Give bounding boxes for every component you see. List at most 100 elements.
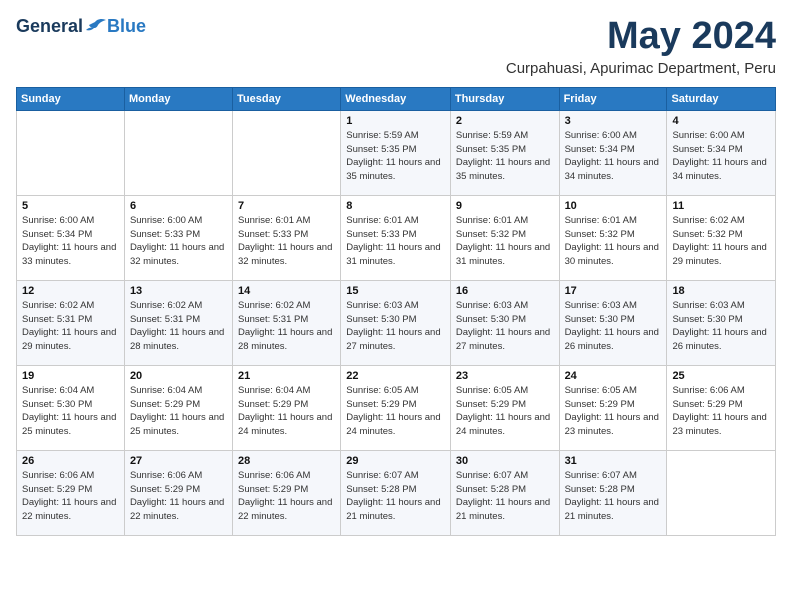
day-number: 12 [22,285,119,297]
day-number: 5 [22,200,119,212]
day-info: Sunrise: 6:01 AMSunset: 5:32 PMDaylight:… [565,214,662,269]
day-number: 21 [238,370,335,382]
calendar-cell: 2Sunrise: 5:59 AMSunset: 5:35 PMDaylight… [450,110,559,195]
weekday-header-monday: Monday [124,87,232,110]
logo-bird-icon [84,18,106,36]
calendar-cell: 8Sunrise: 6:01 AMSunset: 5:33 PMDaylight… [341,195,451,280]
day-info: Sunrise: 6:04 AMSunset: 5:29 PMDaylight:… [238,384,335,439]
day-info: Sunrise: 6:02 AMSunset: 5:32 PMDaylight:… [672,214,770,269]
calendar-cell: 7 Sunrise: 6:01 AMSunset: 5:33 PMDaylight… [233,195,341,280]
day-number: 3 [565,115,662,127]
weekday-header-thursday: Thursday [450,87,559,110]
day-number: 14 [238,285,335,297]
calendar-cell: 10 Sunrise: 6:01 AMSunset: 5:32 PMDayligh… [559,195,667,280]
day-info: Sunrise: 5:59 AMSunset: 5:35 PMDaylight:… [346,129,445,184]
day-number: 30 [456,455,554,467]
logo: General Blue [16,16,146,37]
day-info: Sunrise: 6:06 AMSunset: 5:29 PMDaylight:… [672,384,770,439]
day-number: 25 [672,370,770,382]
day-number: 26 [22,455,119,467]
day-info: Sunrise: 6:00 AMSunset: 5:34 PMDaylight:… [565,129,662,184]
calendar-cell: 25 Sunrise: 6:06 AMSunset: 5:29 PMDayligh… [667,365,776,450]
day-info: Sunrise: 6:00 AMSunset: 5:34 PMDaylight:… [672,129,770,184]
day-number: 13 [130,285,227,297]
day-info: Sunrise: 6:03 AMSunset: 5:30 PMDaylight:… [672,299,770,354]
day-number: 29 [346,455,445,467]
day-number: 9 [456,200,554,212]
day-info: Sunrise: 6:01 AMSunset: 5:33 PMDaylight:… [238,214,335,269]
logo-general-text: General [16,16,83,37]
day-info: Sunrise: 6:02 AMSunset: 5:31 PMDaylight:… [22,299,119,354]
calendar-cell: 27Sunrise: 6:06 AMSunset: 5:29 PMDayligh… [124,450,232,535]
day-info: Sunrise: 6:01 AMSunset: 5:33 PMDaylight:… [346,214,445,269]
calendar-cell: 15Sunrise: 6:03 AMSunset: 5:30 PMDayligh… [341,280,451,365]
location-title: Curpahuasi, Apurimac Department, Peru [506,60,776,77]
day-number: 19 [22,370,119,382]
day-info: Sunrise: 6:05 AMSunset: 5:29 PMDaylight:… [565,384,662,439]
weekday-header-saturday: Saturday [667,87,776,110]
day-number: 23 [456,370,554,382]
day-number: 22 [346,370,445,382]
calendar-cell: 28 Sunrise: 6:06 AMSunset: 5:29 PMDayligh… [233,450,341,535]
calendar-cell: 29 Sunrise: 6:07 AMSunset: 5:28 PMDayligh… [341,450,451,535]
logo-blue-text: Blue [107,16,146,37]
day-number: 27 [130,455,227,467]
calendar-cell: 5Sunrise: 6:00 AMSunset: 5:34 PMDaylight… [17,195,125,280]
day-info: Sunrise: 6:05 AMSunset: 5:29 PMDaylight:… [346,384,445,439]
calendar-cell: 17Sunrise: 6:03 AMSunset: 5:30 PMDayligh… [559,280,667,365]
calendar-cell: 4 Sunrise: 6:00 AMSunset: 5:34 PMDaylight… [667,110,776,195]
calendar-cell: 11Sunrise: 6:02 AMSunset: 5:32 PMDayligh… [667,195,776,280]
calendar-cell [124,110,232,195]
calendar-cell: 24 Sunrise: 6:05 AMSunset: 5:29 PMDayligh… [559,365,667,450]
day-number: 10 [565,200,662,212]
calendar-cell: 26 Sunrise: 6:06 AMSunset: 5:29 PMDayligh… [17,450,125,535]
calendar-cell: 19Sunrise: 6:04 AMSunset: 5:30 PMDayligh… [17,365,125,450]
calendar-table: SundayMondayTuesdayWednesdayThursdayFrid… [16,87,776,536]
calendar-week-3: 12 Sunrise: 6:02 AMSunset: 5:31 PMDayligh… [17,280,776,365]
calendar-week-4: 19Sunrise: 6:04 AMSunset: 5:30 PMDayligh… [17,365,776,450]
day-number: 31 [565,455,662,467]
calendar-week-5: 26 Sunrise: 6:06 AMSunset: 5:29 PMDayligh… [17,450,776,535]
day-info: Sunrise: 6:01 AMSunset: 5:32 PMDaylight:… [456,214,554,269]
weekday-header-sunday: Sunday [17,87,125,110]
day-number: 15 [346,285,445,297]
day-number: 16 [456,285,554,297]
day-info: Sunrise: 6:04 AMSunset: 5:29 PMDaylight:… [130,384,227,439]
calendar-cell: 12 Sunrise: 6:02 AMSunset: 5:31 PMDayligh… [17,280,125,365]
day-info: Sunrise: 6:00 AMSunset: 5:33 PMDaylight:… [130,214,227,269]
calendar-week-1: 1 Sunrise: 5:59 AMSunset: 5:35 PMDaylight… [17,110,776,195]
day-info: Sunrise: 6:03 AMSunset: 5:30 PMDaylight:… [456,299,554,354]
day-info: Sunrise: 6:05 AMSunset: 5:29 PMDaylight:… [456,384,554,439]
day-number: 6 [130,200,227,212]
calendar-body: 1 Sunrise: 5:59 AMSunset: 5:35 PMDaylight… [17,110,776,535]
calendar-cell: 3 Sunrise: 6:00 AMSunset: 5:34 PMDaylight… [559,110,667,195]
calendar-cell: 9 Sunrise: 6:01 AMSunset: 5:32 PMDaylight… [450,195,559,280]
day-info: Sunrise: 6:06 AMSunset: 5:29 PMDaylight:… [238,469,335,524]
day-number: 17 [565,285,662,297]
day-number: 7 [238,200,335,212]
calendar-cell: 18Sunrise: 6:03 AMSunset: 5:30 PMDayligh… [667,280,776,365]
calendar-cell: 31 Sunrise: 6:07 AMSunset: 5:28 PMDayligh… [559,450,667,535]
calendar-header: SundayMondayTuesdayWednesdayThursdayFrid… [17,87,776,110]
weekday-header-friday: Friday [559,87,667,110]
day-number: 20 [130,370,227,382]
day-number: 2 [456,115,554,127]
day-info: Sunrise: 6:02 AMSunset: 5:31 PMDaylight:… [130,299,227,354]
day-info: Sunrise: 6:07 AMSunset: 5:28 PMDaylight:… [346,469,445,524]
day-info: Sunrise: 6:07 AMSunset: 5:28 PMDaylight:… [565,469,662,524]
day-number: 24 [565,370,662,382]
day-number: 28 [238,455,335,467]
calendar-cell [667,450,776,535]
day-number: 4 [672,115,770,127]
calendar-cell: 16 Sunrise: 6:03 AMSunset: 5:30 PMDayligh… [450,280,559,365]
page-header: General Blue May 2024 Curpahuasi, Apurim… [16,16,776,77]
calendar-cell: 14 Sunrise: 6:02 AMSunset: 5:31 PMDayligh… [233,280,341,365]
calendar-cell: 23 Sunrise: 6:05 AMSunset: 5:29 PMDayligh… [450,365,559,450]
calendar-cell: 20 Sunrise: 6:04 AMSunset: 5:29 PMDayligh… [124,365,232,450]
day-info: Sunrise: 6:06 AMSunset: 5:29 PMDaylight:… [22,469,119,524]
day-info: Sunrise: 6:02 AMSunset: 5:31 PMDaylight:… [238,299,335,354]
calendar-cell: 22 Sunrise: 6:05 AMSunset: 5:29 PMDayligh… [341,365,451,450]
calendar-cell [233,110,341,195]
weekday-header-tuesday: Tuesday [233,87,341,110]
day-number: 1 [346,115,445,127]
